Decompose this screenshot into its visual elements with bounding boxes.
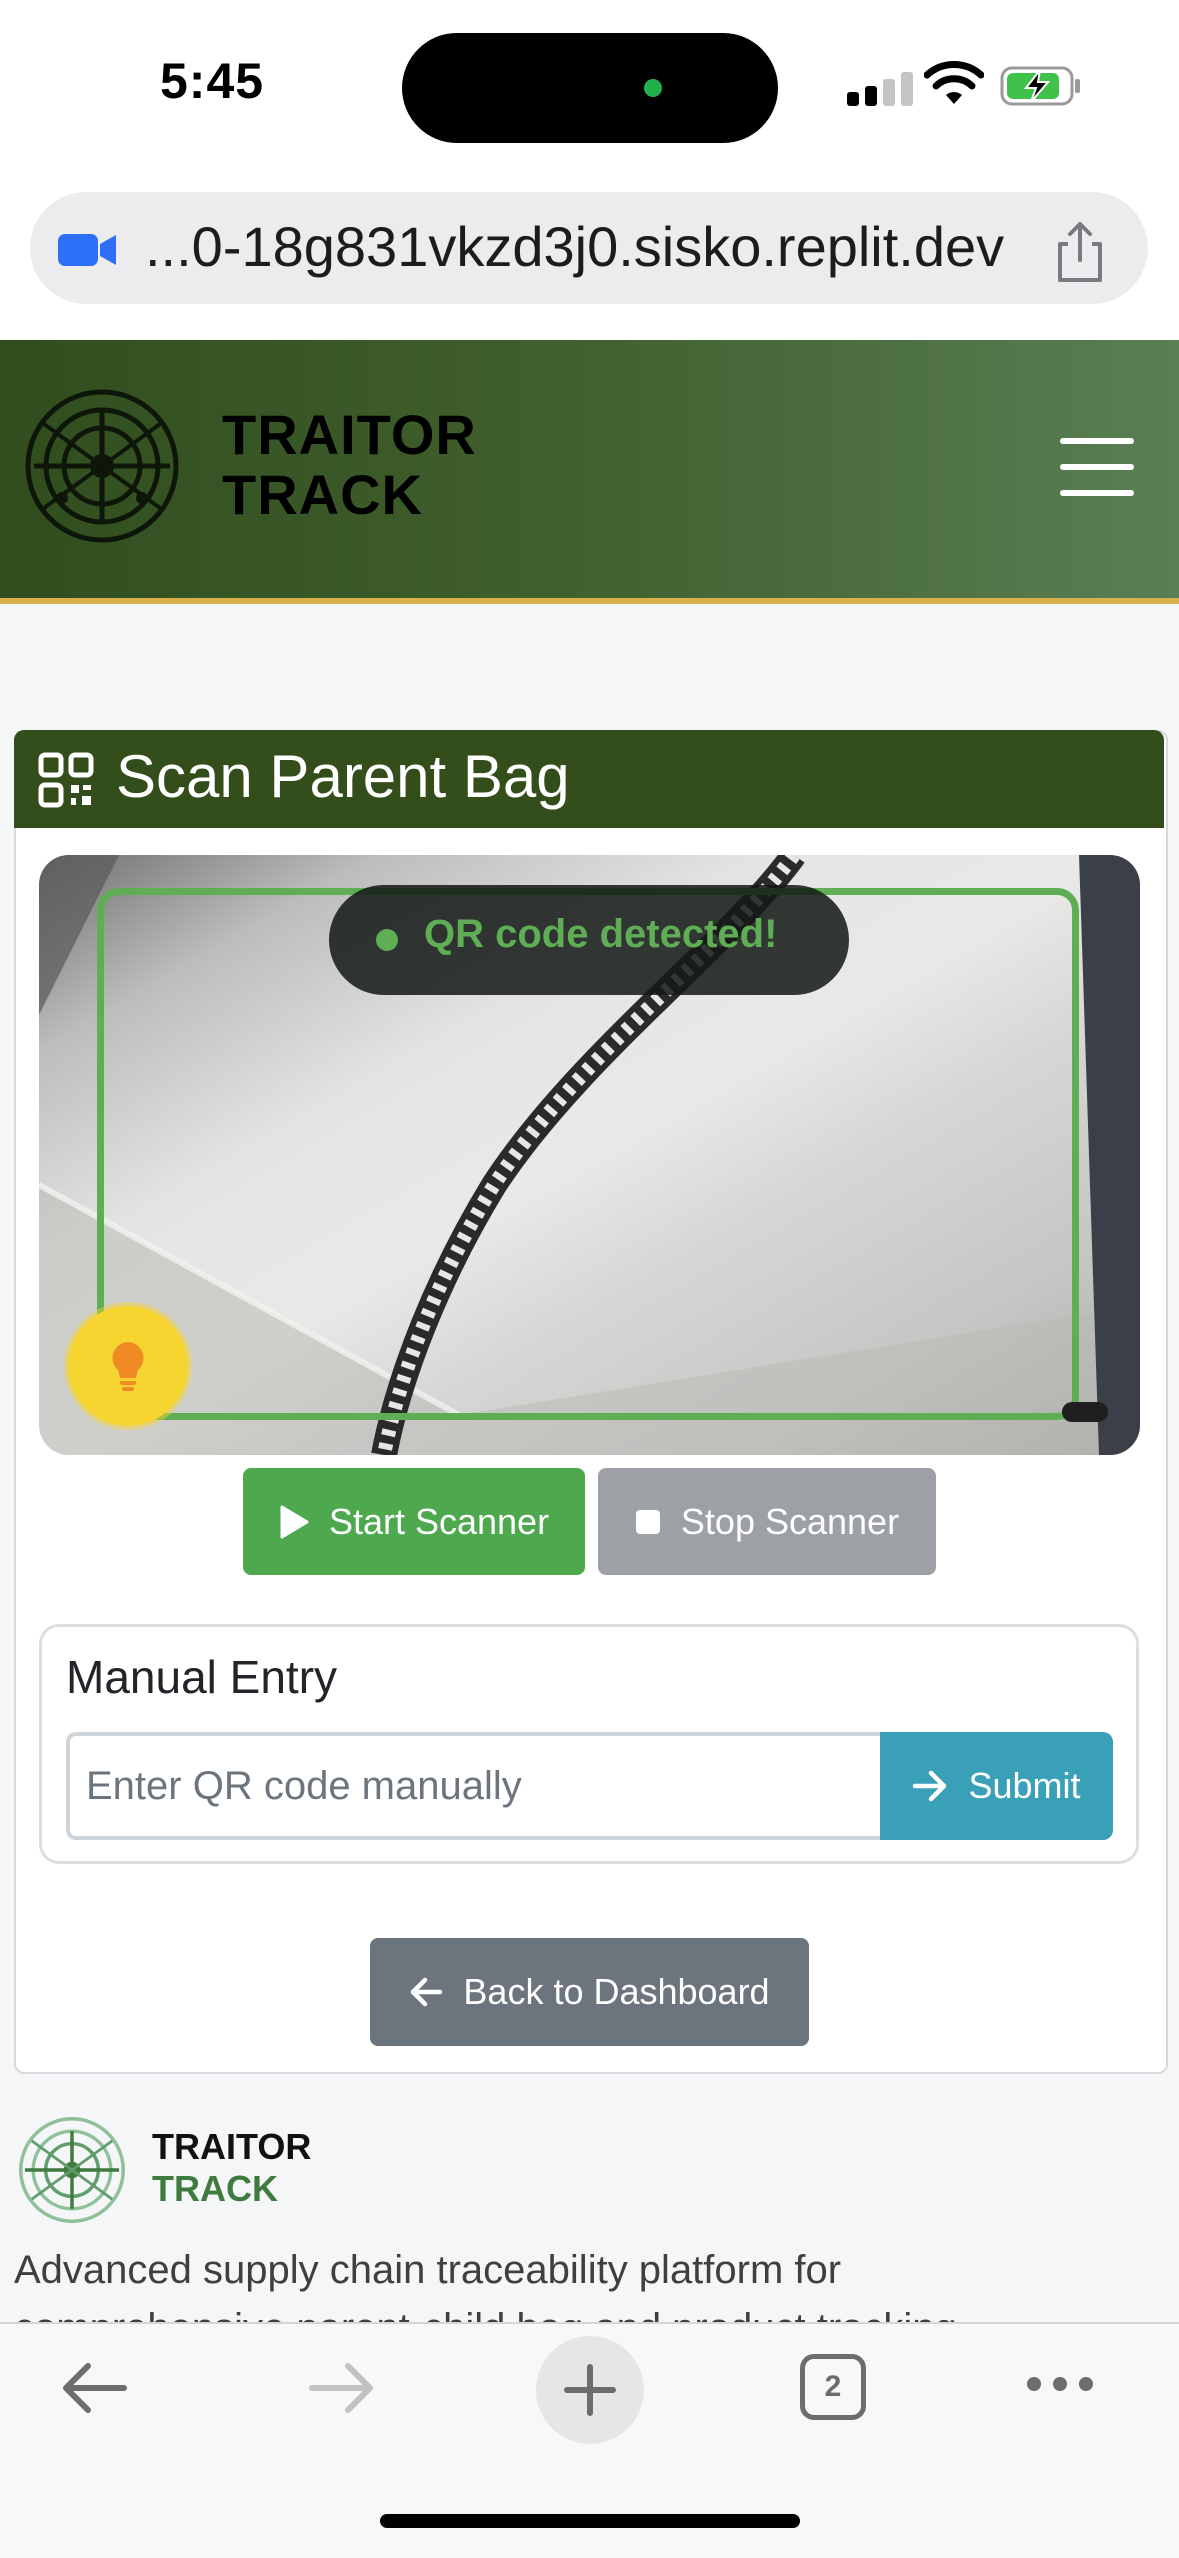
back-arrow-icon[interactable] — [58, 2360, 130, 2416]
brand-name-line2: TRACK — [222, 463, 423, 526]
submit-label: Submit — [968, 1765, 1081, 1806]
stop-scanner-label: Stop Scanner — [680, 1500, 900, 1542]
battery-charging-icon — [1000, 66, 1080, 106]
plus-icon — [564, 2364, 616, 2416]
stop-scanner-button[interactable]: Stop Scanner — [598, 1468, 936, 1575]
scan-card-title: Scan Parent Bag — [116, 743, 570, 810]
share-icon[interactable] — [1050, 220, 1110, 284]
play-icon — [280, 1505, 309, 1538]
camera-overlay-control — [1062, 1402, 1108, 1422]
traitor-track-logo[interactable] — [24, 388, 180, 544]
menu-bar-icon — [1060, 464, 1134, 470]
qr-code-icon — [38, 752, 94, 808]
detection-dot-icon — [376, 929, 398, 951]
start-scanner-button[interactable]: Start Scanner — [243, 1468, 585, 1575]
menu-bar-icon — [1060, 438, 1134, 444]
status-time: 5:45 — [160, 53, 265, 109]
footer-logo[interactable] — [18, 2116, 126, 2224]
url-text[interactable]: ...0-18g831vkzd3j0.sisko.replit.dev — [145, 214, 1004, 279]
wifi-icon — [924, 61, 984, 104]
qr-code-input[interactable] — [66, 1732, 884, 1840]
brand-name-line1: TRAITOR — [222, 403, 477, 466]
submit-button[interactable]: Submit — [880, 1732, 1113, 1840]
arrow-left-icon — [411, 1977, 443, 2007]
start-scanner-label: Start Scanner — [328, 1500, 550, 1542]
camera-recording-icon — [58, 234, 116, 266]
footer-description: Advanced supply chain traceability platf… — [14, 2248, 842, 2292]
more-icon[interactable] — [1024, 2372, 1096, 2396]
back-to-dashboard-button[interactable]: Back to Dashboard — [370, 1938, 809, 2046]
dynamic-island — [402, 33, 778, 143]
tabs-button[interactable]: 2 — [800, 2354, 866, 2420]
home-indicator — [380, 2514, 800, 2528]
lightbulb-icon — [112, 1342, 144, 1391]
footer-brand-line1: TRAITOR — [152, 2126, 312, 2167]
stop-icon — [635, 1509, 660, 1534]
footer-brand-line2: TRACK — [152, 2168, 278, 2209]
cellular-signal-icon — [847, 72, 913, 106]
detection-status-text: QR code detected! — [424, 912, 778, 956]
back-to-dashboard-label: Back to Dashboard — [463, 1971, 770, 2012]
menu-bar-icon — [1060, 490, 1134, 496]
forward-arrow-icon[interactable] — [306, 2360, 378, 2416]
new-tab-button[interactable] — [536, 2336, 644, 2444]
manual-entry-title: Manual Entry — [66, 1651, 338, 1703]
camera-in-use-indicator — [644, 79, 662, 97]
arrow-right-icon — [913, 1770, 947, 1802]
menu-toggle-button[interactable] — [1060, 438, 1134, 496]
